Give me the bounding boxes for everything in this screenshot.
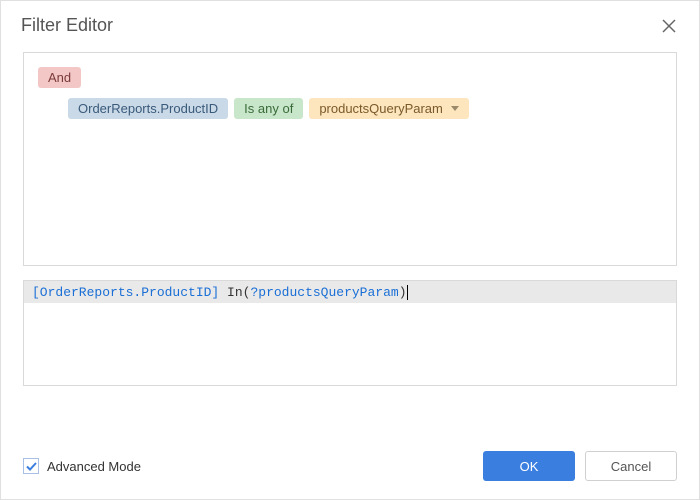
button-group: OK Cancel	[483, 451, 677, 481]
chevron-down-icon	[451, 106, 459, 111]
expression-open-paren: (	[243, 285, 251, 300]
close-button[interactable]	[659, 16, 679, 36]
field-chip[interactable]: OrderReports.ProductID	[68, 98, 228, 119]
expression-field-token: [OrderReports.ProductID]	[32, 285, 219, 300]
check-icon	[26, 462, 37, 471]
filter-editor-dialog: Filter Editor And OrderReports.ProductID…	[0, 0, 700, 500]
expression-close-paren: )	[399, 285, 407, 300]
expression-panel[interactable]: [OrderReports.ProductID] In(?productsQue…	[23, 280, 677, 386]
visual-filter-panel: And OrderReports.ProductID Is any of pro…	[23, 52, 677, 266]
dialog-body: And OrderReports.ProductID Is any of pro…	[1, 46, 699, 437]
value-chip[interactable]: productsQueryParam	[309, 98, 469, 119]
cancel-button[interactable]: Cancel	[585, 451, 677, 481]
advanced-mode-checkbox[interactable]	[23, 458, 39, 474]
advanced-mode-toggle[interactable]: Advanced Mode	[23, 458, 141, 474]
operator-chip[interactable]: Is any of	[234, 98, 303, 119]
group-operator-chip[interactable]: And	[38, 67, 81, 88]
dialog-title: Filter Editor	[21, 15, 113, 36]
expression-param-token: ?productsQueryParam	[250, 285, 398, 300]
advanced-mode-label: Advanced Mode	[47, 459, 141, 474]
dialog-header: Filter Editor	[1, 1, 699, 46]
text-caret	[407, 285, 408, 300]
close-icon	[662, 19, 676, 33]
dialog-footer: Advanced Mode OK Cancel	[1, 437, 699, 499]
expression-text: [OrderReports.ProductID] In(?productsQue…	[24, 281, 676, 303]
expression-func-token: In	[227, 285, 243, 300]
ok-button[interactable]: OK	[483, 451, 575, 481]
condition-row: OrderReports.ProductID Is any of product…	[68, 98, 662, 119]
value-chip-label: productsQueryParam	[319, 101, 443, 116]
